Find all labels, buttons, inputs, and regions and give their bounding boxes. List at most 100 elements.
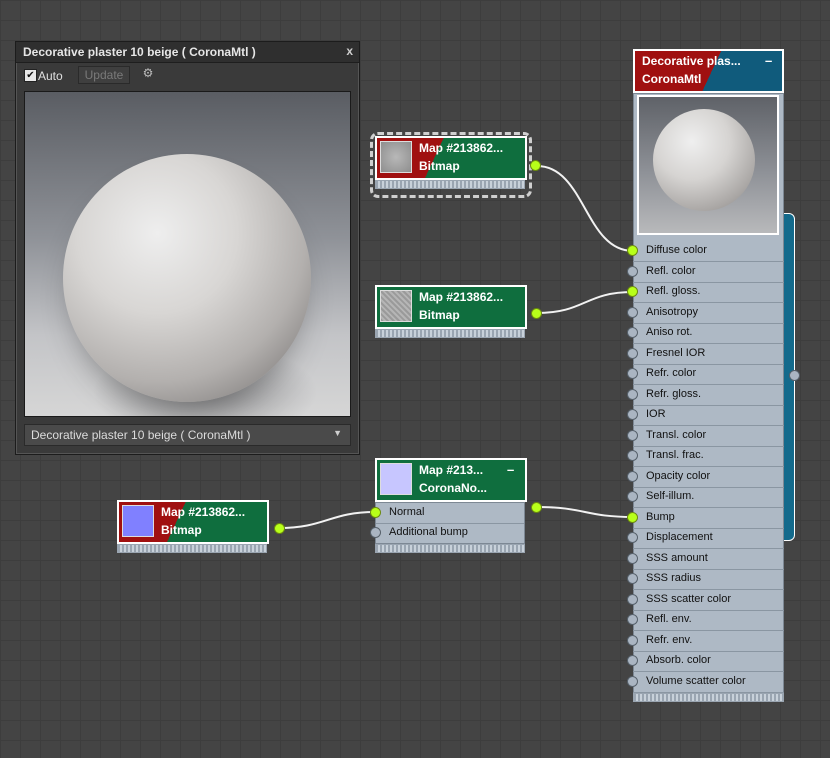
- input-port[interactable]: [627, 368, 638, 379]
- material-slot[interactable]: Transl. frac.: [627, 446, 784, 467]
- material-select[interactable]: Decorative plaster 10 beige ( CoronaMtl …: [24, 424, 351, 446]
- wire-normal-input[interactable]: [278, 511, 376, 529]
- bitmap-thumbnail: [380, 141, 412, 173]
- slot-label: Transl. frac.: [646, 449, 704, 461]
- input-port[interactable]: [627, 429, 638, 441]
- material-slot[interactable]: Anisotropy: [627, 303, 784, 324]
- bitmap-node-gloss[interactable]: Map #213862... Bitmap: [375, 285, 542, 343]
- material-slot[interactable]: Refr. gloss.: [627, 385, 784, 406]
- update-button[interactable]: Update: [78, 66, 130, 84]
- node-footer: [633, 693, 784, 702]
- slot-label: Refr. env.: [646, 633, 693, 646]
- material-thumbnail: [637, 95, 779, 235]
- slot-normal[interactable]: Normal: [370, 503, 524, 524]
- wire-bump[interactable]: [536, 506, 634, 518]
- material-slot[interactable]: IOR: [627, 405, 784, 426]
- node-header[interactable]: Map #213862... Bitmap: [375, 285, 527, 329]
- material-slot[interactable]: Opacity color: [627, 467, 784, 488]
- auto-checkbox[interactable]: ✔: [24, 69, 37, 82]
- input-port[interactable]: [627, 347, 638, 359]
- input-port[interactable]: [627, 532, 638, 543]
- input-port[interactable]: [627, 491, 638, 502]
- input-port[interactable]: [627, 450, 638, 461]
- material-slot[interactable]: Refl. env.: [627, 610, 784, 631]
- input-port[interactable]: [627, 265, 638, 277]
- slot-label: Anisotropy: [646, 305, 698, 318]
- collapse-icon[interactable]: –: [765, 53, 772, 68]
- input-port[interactable]: [627, 593, 638, 605]
- material-slot[interactable]: Refl. gloss.: [627, 282, 784, 303]
- input-port-additional-bump[interactable]: [370, 527, 381, 538]
- output-port[interactable]: [274, 523, 285, 534]
- slot-additional-bump[interactable]: Additional bump: [370, 523, 524, 543]
- collapse-icon[interactable]: –: [507, 462, 514, 477]
- render-settings-icon[interactable]: ⚙: [140, 66, 156, 82]
- material-slot[interactable]: Volume scatter color: [627, 672, 784, 693]
- material-slot[interactable]: Refl. color: [627, 262, 784, 283]
- bitmap-node-normal[interactable]: Map #213862... Bitmap: [117, 500, 285, 558]
- normal-map-node[interactable]: Map #213... CoronaNo... – Normal Additio…: [370, 458, 542, 556]
- node-header[interactable]: Map #213862... Bitmap: [375, 136, 527, 180]
- material-slot[interactable]: Displacement: [627, 528, 784, 549]
- preview-titlebar[interactable]: Decorative plaster 10 beige ( CoronaMtl …: [16, 42, 359, 63]
- slot-label: Bump: [646, 510, 675, 523]
- close-icon[interactable]: x: [346, 44, 353, 58]
- wire-gloss[interactable]: [536, 291, 634, 314]
- material-slot[interactable]: SSS amount: [627, 549, 784, 570]
- input-port[interactable]: [627, 306, 638, 318]
- material-output-port[interactable]: [789, 370, 800, 381]
- slot-label: Additional bump: [389, 526, 468, 538]
- node-footer: [375, 180, 525, 189]
- input-port[interactable]: [627, 388, 638, 400]
- input-port[interactable]: [627, 614, 638, 625]
- material-slot[interactable]: SSS radius: [627, 569, 784, 590]
- normal-thumbnail: [380, 463, 412, 495]
- input-port[interactable]: [627, 511, 638, 523]
- material-slot[interactable]: Diffuse color: [627, 241, 784, 262]
- bitmap-node-diffuse[interactable]: Map #213862... Bitmap: [375, 136, 541, 194]
- node-type: Bitmap: [419, 159, 460, 173]
- input-port[interactable]: [627, 245, 638, 256]
- material-node[interactable]: Decorative plas... CoronaMtl – Diffuse c…: [627, 49, 785, 704]
- material-preview-window[interactable]: Decorative plaster 10 beige ( CoronaMtl …: [15, 41, 360, 455]
- slot-label: Self-illum.: [646, 490, 695, 502]
- bitmap-thumbnail: [380, 290, 412, 322]
- slot-label: Fresnel IOR: [646, 346, 706, 359]
- preview-sphere: [63, 154, 311, 402]
- material-slot[interactable]: Transl. color: [627, 426, 784, 447]
- input-port[interactable]: [627, 634, 638, 646]
- material-slot[interactable]: Absorb. color: [627, 651, 784, 672]
- input-port[interactable]: [627, 286, 638, 297]
- input-port[interactable]: [627, 552, 638, 564]
- node-header[interactable]: Map #213862... Bitmap: [117, 500, 269, 544]
- node-type: Bitmap: [419, 308, 460, 322]
- node-title: Map #213...: [419, 463, 484, 477]
- input-port[interactable]: [627, 409, 638, 420]
- material-slot[interactable]: Refr. color: [627, 364, 784, 385]
- material-slot[interactable]: Self-illum.: [627, 487, 784, 508]
- material-slot[interactable]: Refr. env.: [627, 631, 784, 652]
- material-header[interactable]: Decorative plas... CoronaMtl –: [633, 49, 784, 93]
- output-port[interactable]: [531, 308, 542, 319]
- input-port[interactable]: [627, 327, 638, 338]
- node-header[interactable]: Map #213... CoronaNo... –: [375, 458, 527, 502]
- material-title: Decorative plas...: [642, 54, 741, 68]
- material-slot[interactable]: Aniso rot.: [627, 323, 784, 344]
- material-slot[interactable]: Fresnel IOR: [627, 344, 784, 365]
- input-port[interactable]: [627, 655, 638, 666]
- node-footer: [375, 544, 525, 553]
- input-port[interactable]: [627, 675, 638, 687]
- output-port[interactable]: [531, 502, 542, 513]
- slot-label: Opacity color: [646, 469, 711, 482]
- output-port[interactable]: [530, 160, 541, 171]
- node-title: Map #213862...: [419, 290, 504, 304]
- input-port[interactable]: [627, 573, 638, 584]
- normal-slot-panel: Normal Additional bump: [370, 502, 525, 544]
- wire-diffuse[interactable]: [536, 165, 634, 252]
- material-slot[interactable]: Bump: [627, 508, 784, 529]
- material-slot[interactable]: SSS scatter color: [627, 590, 784, 611]
- chevron-down-icon[interactable]: ▼: [333, 428, 342, 438]
- input-port-normal[interactable]: [370, 507, 381, 518]
- input-port[interactable]: [627, 470, 638, 482]
- material-render-view: [24, 91, 351, 417]
